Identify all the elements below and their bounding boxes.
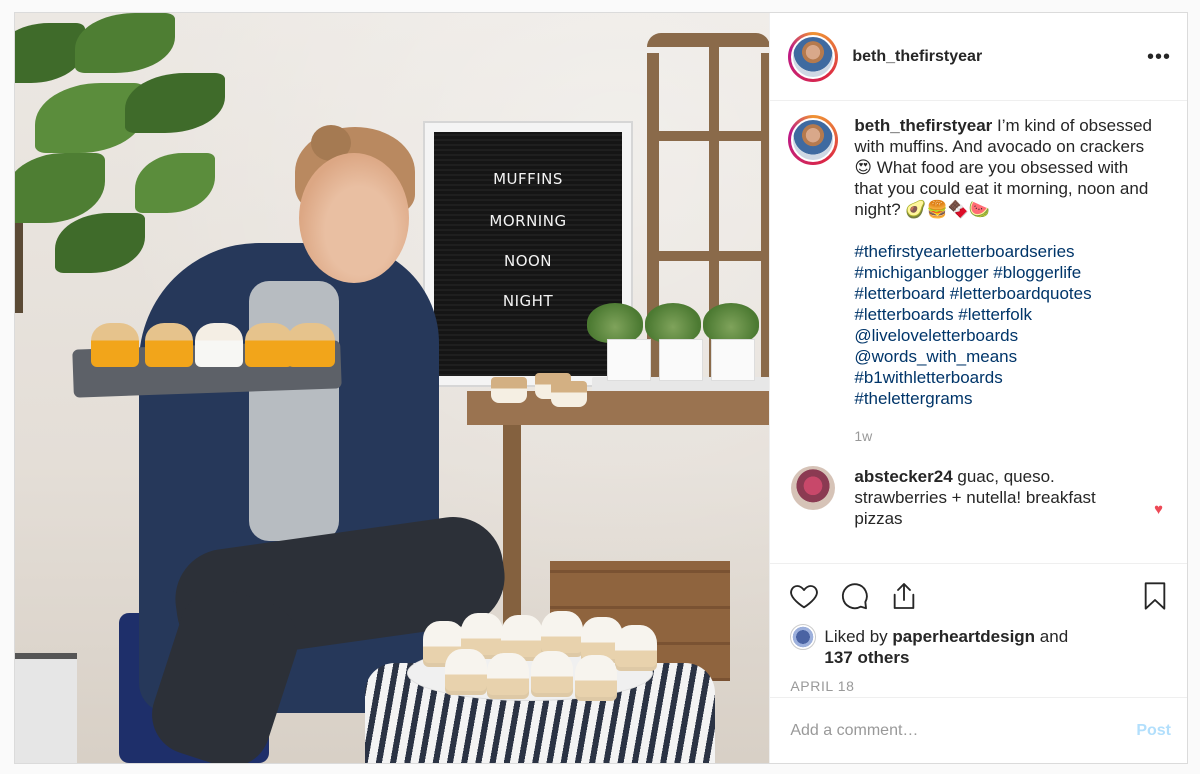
share-icon[interactable] (888, 580, 920, 612)
person-shirt (249, 281, 339, 541)
muffin (491, 377, 527, 403)
letterboard-line: NOON (503, 252, 553, 270)
more-options-icon[interactable]: ••• (1147, 47, 1171, 67)
muffin (487, 653, 529, 699)
likes-others-link[interactable]: 137 others (824, 648, 909, 667)
muffin (195, 323, 243, 367)
comment-input[interactable] (790, 721, 1137, 740)
caption-text: beth_thefirstyear I’m kind of obsessed w… (854, 115, 1154, 409)
succulent-pot (659, 339, 703, 381)
caption-timestamp[interactable]: 1w (854, 428, 1171, 444)
comment-item: abstecker24 guac, queso. strawberries + … (788, 466, 1171, 529)
succulent (645, 303, 701, 343)
post-date[interactable]: APRIL 18 (790, 678, 1171, 694)
caption-username[interactable]: beth_thefirstyear (854, 116, 992, 135)
post-header: beth_thefirstyear ••• (770, 13, 1187, 101)
liker-avatar[interactable] (790, 624, 817, 650)
post-comment-button[interactable]: Post (1136, 722, 1171, 740)
comment-text: abstecker24 guac, queso. strawberries + … (854, 466, 1114, 529)
muffin (245, 323, 293, 367)
action-icons (788, 576, 1171, 616)
letterboard-line: MUFFINS (493, 170, 563, 188)
story-ring[interactable] (788, 31, 839, 82)
likes-summary: Liked by paperheartdesign and 137 others (788, 624, 1171, 668)
letterboard: MUFFINS MORNING NOON NIGHT (423, 121, 633, 387)
caption: beth_thefirstyear I’m kind of obsessed w… (788, 115, 1171, 409)
mention-link[interactable]: @words_with_means (854, 346, 1154, 367)
commenter-username[interactable]: abstecker24 (854, 467, 952, 486)
post-side-panel: beth_thefirstyear ••• beth_thefirstyear … (769, 13, 1187, 763)
muffin (575, 655, 617, 701)
muffin (531, 651, 573, 697)
add-comment-bar: Post (770, 697, 1187, 763)
instagram-post: MUFFINS MORNING NOON NIGHT beth_thefirst… (14, 12, 1188, 764)
mention-link[interactable]: @liveloveletterboards (854, 325, 1154, 346)
muffin (551, 381, 587, 407)
comment-bubble-icon[interactable] (838, 580, 870, 612)
commenter-avatar[interactable] (791, 466, 836, 510)
likes-middle: and (1035, 627, 1069, 646)
comments-section[interactable]: beth_thefirstyear I’m kind of obsessed w… (770, 101, 1187, 563)
avatar[interactable] (791, 118, 836, 162)
letterboard-line: NIGHT (502, 292, 554, 310)
like-heart-icon[interactable] (788, 580, 820, 612)
liker-username[interactable]: paperheartdesign (892, 627, 1035, 646)
hashtag-link[interactable]: #thelettergrams (854, 388, 1154, 409)
hashtag-link[interactable]: #letterboard #letterboardquotes (854, 283, 1154, 304)
console-table-leg (503, 425, 521, 625)
waste-bin (15, 653, 77, 763)
avatar[interactable] (791, 34, 836, 79)
muffin (91, 323, 139, 367)
likes-prefix: Liked by (824, 627, 893, 646)
story-ring[interactable] (788, 115, 839, 165)
person-face (299, 153, 409, 283)
muffin (445, 649, 487, 695)
likes-text: Liked by paperheartdesign and 137 others (824, 626, 1068, 668)
hashtag-link[interactable]: #letterboards #letterfolk (854, 304, 1154, 325)
hashtag-link[interactable]: #b1withletterboards (854, 367, 1154, 388)
muffin (287, 323, 335, 367)
bookmark-icon[interactable] (1139, 580, 1171, 612)
letterboard-line: MORNING (489, 212, 567, 230)
hashtag-link[interactable]: #michiganblogger #bloggerlife (854, 262, 1154, 283)
succulent-pot (711, 339, 755, 381)
hashtag-link[interactable]: #thefirstyearletterboardseries (854, 241, 1154, 262)
letterboard-felt: MUFFINS MORNING NOON NIGHT (434, 132, 622, 376)
muffin (145, 323, 193, 367)
hashtag-list: #thefirstyearletterboardseries #michigan… (854, 241, 1154, 409)
author-username[interactable]: beth_thefirstyear (852, 48, 982, 66)
succulent (703, 303, 759, 343)
post-actions: Liked by paperheartdesign and 137 others… (770, 563, 1187, 763)
succulent-pot (607, 339, 651, 381)
post-photo[interactable]: MUFFINS MORNING NOON NIGHT (15, 13, 770, 763)
comment-like-heart-icon[interactable]: ♥ (1154, 501, 1163, 518)
muffin (615, 625, 657, 671)
succulent (587, 303, 643, 343)
